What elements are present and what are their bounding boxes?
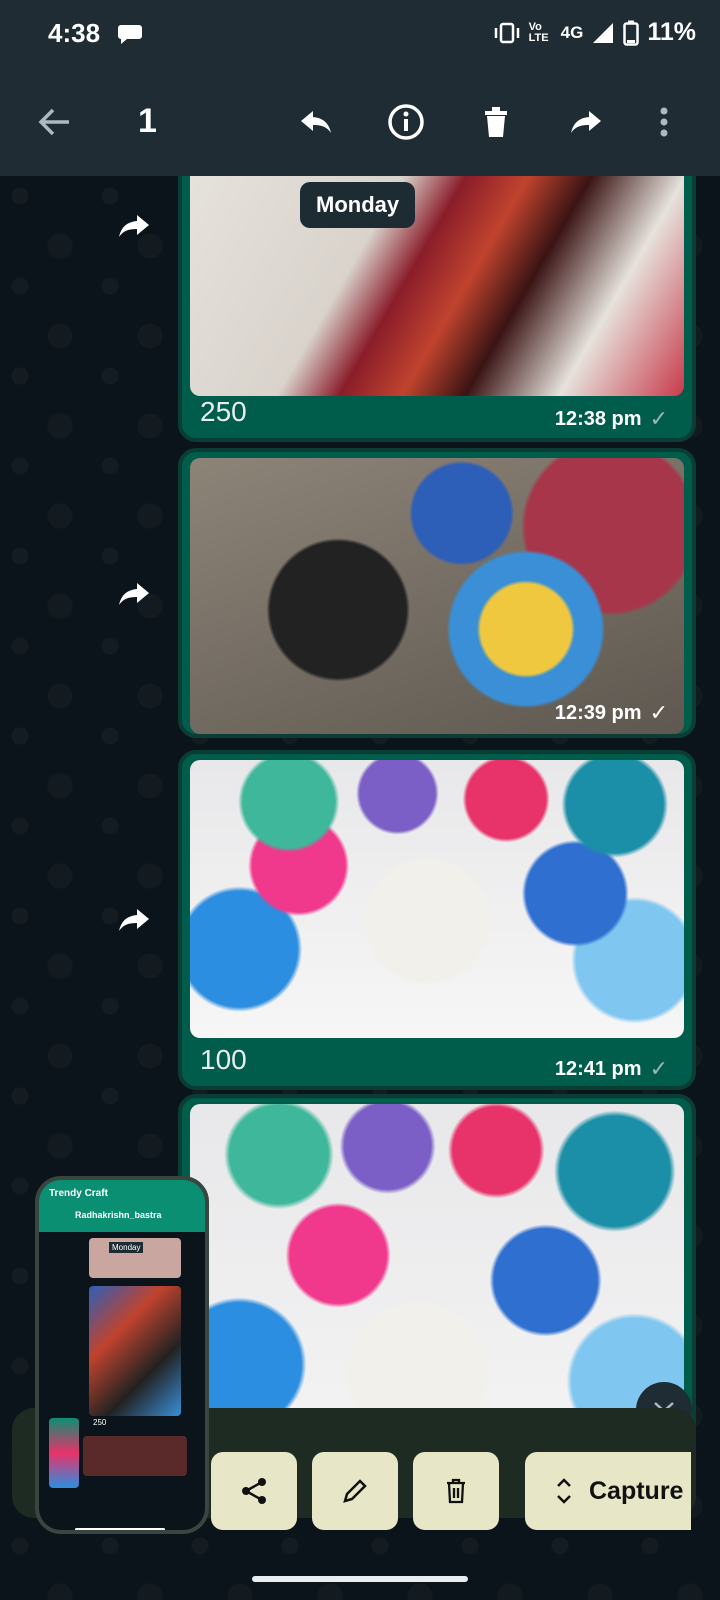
sent-check-icon: ✓: [649, 406, 668, 431]
thumbnail-home-indicator: [75, 1528, 165, 1530]
capture-more-button[interactable]: Capture: [525, 1452, 691, 1530]
back-arrow-icon: [38, 108, 69, 136]
screenshot-thumbnail[interactable]: Trendy Craft Radhakrishn_bastra Monday 2…: [35, 1176, 209, 1534]
pencil-icon: [343, 1479, 367, 1503]
thumbnail-caption: 250: [93, 1418, 107, 1427]
back-button[interactable]: [32, 100, 76, 144]
message-time: 12:39 pm: [554, 701, 642, 724]
sent-check-icon: ✓: [649, 700, 668, 725]
message-time: 12:38 pm: [554, 407, 642, 430]
message-meta: 12:41 pm ✓: [555, 1056, 668, 1082]
chat-notification-icon: [118, 25, 142, 44]
thumbnail-body: Monday 250: [39, 1232, 205, 1530]
share-icon: [242, 1478, 266, 1504]
network-label: 4G: [560, 22, 584, 42]
thumbnail-photo: [83, 1436, 187, 1476]
message-caption: 250: [200, 396, 247, 427]
edit-button[interactable]: [312, 1452, 398, 1530]
more-options-button[interactable]: [642, 100, 686, 144]
reply-button[interactable]: [294, 100, 338, 144]
message-time: 12:41 pm: [554, 1057, 642, 1080]
thumbnail-mini-photo: [49, 1418, 79, 1488]
message-meta: 12:38 pm ✓: [555, 406, 668, 432]
trash-icon: [447, 1478, 465, 1504]
capture-label: Capture: [589, 1476, 684, 1505]
message-meta: 12:39 pm ✓: [555, 700, 668, 726]
info-icon: [388, 104, 424, 140]
forward-icon[interactable]: [117, 580, 151, 608]
expand-vertical-icon: [557, 1478, 571, 1504]
forward-icon[interactable]: [117, 212, 151, 240]
forward-button[interactable]: [564, 100, 608, 144]
forward-arrow-icon: [571, 111, 601, 133]
trash-icon: [485, 107, 507, 137]
home-indicator[interactable]: [252, 1576, 468, 1582]
image-message[interactable]: 12:39 pm ✓: [178, 448, 696, 738]
thumbnail-photo: [89, 1286, 181, 1416]
more-vertical-icon: [660, 107, 668, 137]
vibrate-icon: [494, 22, 519, 43]
delete-button[interactable]: [474, 100, 518, 144]
date-chip: Monday: [300, 182, 416, 228]
signal-icon: [593, 22, 614, 43]
image-message[interactable]: 250 12:38 pm ✓: [178, 176, 696, 442]
thumbnail-chat-name: Radhakrishn_bastra: [75, 1210, 162, 1220]
volte-label: Vo LTE: [528, 20, 549, 44]
status-bar: 4:38 Vo LTE 4G 11%: [0, 0, 720, 70]
status-indicators: Vo LTE 4G 11%: [493, 18, 696, 47]
delete-screenshot-button[interactable]: [413, 1452, 499, 1530]
selection-toolbar: [0, 70, 720, 176]
message-photo[interactable]: [190, 760, 684, 1038]
thumbnail-header: Trendy Craft Radhakrishn_bastra: [39, 1180, 205, 1232]
status-time: 4:38: [48, 18, 101, 48]
forward-icon[interactable]: [117, 906, 151, 934]
thumbnail-date: Monday: [109, 1242, 144, 1253]
image-message[interactable]: 100 12:41 pm ✓: [178, 750, 696, 1090]
battery-percent: 11%: [647, 18, 696, 46]
selected-count: 1: [138, 102, 157, 140]
battery-icon: [623, 20, 640, 46]
info-button[interactable]: [384, 100, 428, 144]
share-button[interactable]: [211, 1452, 297, 1530]
sent-check-icon: ✓: [649, 1056, 668, 1081]
reply-icon: [301, 111, 331, 133]
message-photo[interactable]: [190, 176, 684, 396]
message-photo[interactable]: [190, 458, 684, 734]
message-caption: 100: [200, 1044, 247, 1075]
thumbnail-app-title: Trendy Craft: [49, 1188, 108, 1199]
